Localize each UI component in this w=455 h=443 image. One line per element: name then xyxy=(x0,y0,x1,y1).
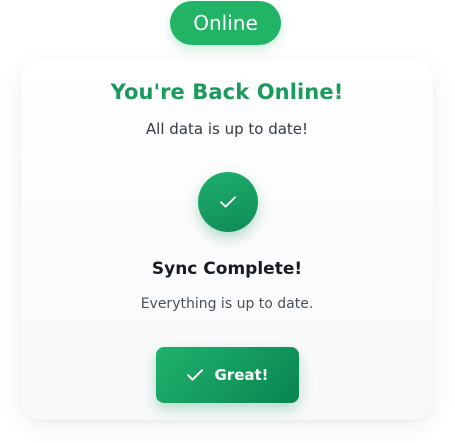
card-title: You're Back Online! xyxy=(110,80,344,104)
great-button[interactable]: Great! xyxy=(156,347,299,403)
check-icon xyxy=(186,368,204,382)
card-subtitle: All data is up to date! xyxy=(145,120,309,138)
great-button-label: Great! xyxy=(214,366,269,384)
sync-complete-heading: Sync Complete! xyxy=(151,259,303,279)
online-status-badge: Online xyxy=(170,1,281,45)
back-online-card: You're Back Online! All data is up to da… xyxy=(21,60,433,420)
check-icon xyxy=(220,196,236,208)
sync-complete-description: Everything is up to date. xyxy=(140,296,314,312)
sync-status-circle xyxy=(198,172,258,232)
online-status-label: Online xyxy=(193,11,258,35)
page: Online You're Back Online! All data is u… xyxy=(0,0,455,443)
